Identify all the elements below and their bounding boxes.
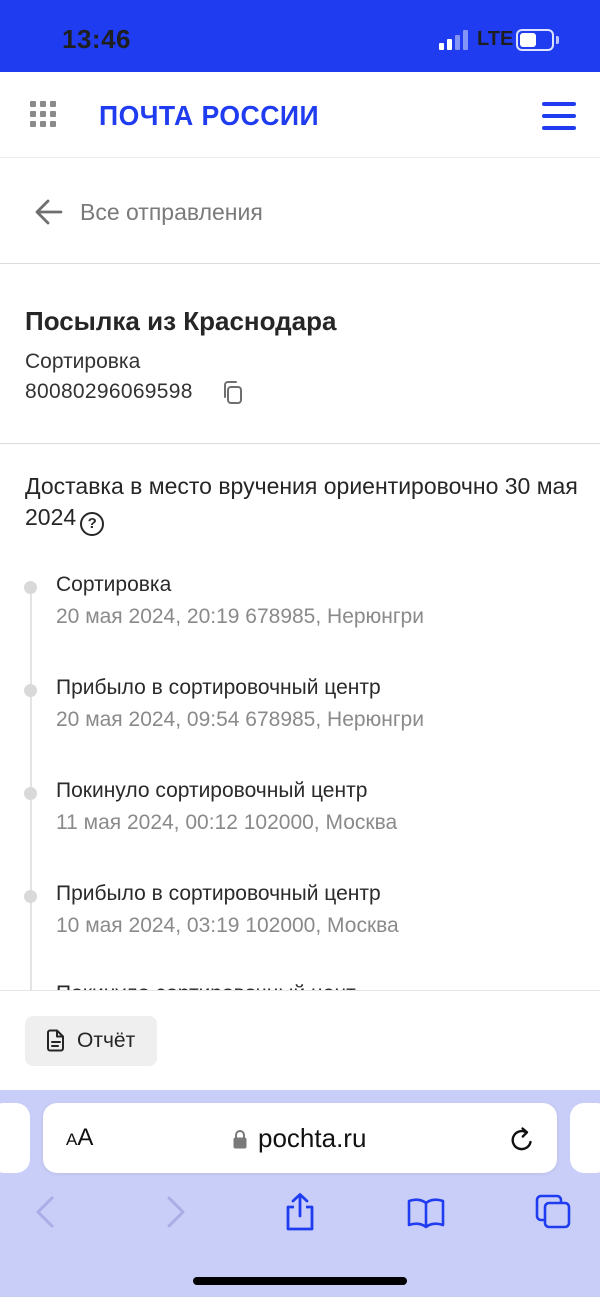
tracking-event: Покинуло сортировочный центр 11 мая 2024…: [0, 779, 600, 859]
apps-grid-icon[interactable]: [30, 101, 56, 127]
report-button[interactable]: Отчёт: [25, 1016, 157, 1066]
tracking-event: Сортировка 20 мая 2024, 20:19 678985, Не…: [0, 573, 600, 653]
timeline-dot: [24, 890, 37, 903]
event-title: Прибыло в сортировочный центр: [56, 676, 381, 699]
status-time: 13:46: [62, 24, 131, 54]
timeline-dot: [24, 787, 37, 800]
forward-icon[interactable]: [155, 1192, 195, 1232]
home-indicator: [193, 1277, 407, 1285]
event-title: Покинуло сортировочный центр: [56, 779, 368, 802]
pochta-logo[interactable]: ПОЧТА РОССИИ: [99, 100, 319, 132]
document-icon: [47, 1029, 64, 1052]
timeline-dot: [24, 684, 37, 697]
parcel-status: Сортировка: [25, 350, 141, 373]
tabs-icon[interactable]: [534, 1192, 574, 1232]
tracking-event: Прибыло в сортировочный центр 20 мая 202…: [0, 676, 600, 756]
copy-icon[interactable]: [221, 380, 245, 406]
report-label: Отчёт: [77, 1029, 136, 1052]
event-title: Покинуло сортировочный центр: [56, 982, 356, 990]
help-icon[interactable]: ?: [80, 512, 105, 536]
event-title: Прибыло в сортировочный центр: [56, 882, 381, 905]
battery-icon: [516, 29, 554, 51]
back-icon[interactable]: [26, 1192, 66, 1232]
lock-icon: [233, 1130, 247, 1149]
event-title: Сортировка: [56, 573, 172, 596]
text-size-button[interactable]: AA: [66, 1124, 93, 1152]
network-type: LTE: [477, 28, 514, 50]
parcel-title: Посылка из Краснодара: [25, 306, 337, 336]
delivery-estimate: Доставка в место вручения ориентировочно…: [25, 471, 585, 536]
tracking-number: 80080296069598: [25, 380, 193, 403]
all-shipments-link[interactable]: Все отправления: [80, 199, 263, 226]
timeline-dot: [24, 581, 37, 594]
url-text[interactable]: pochta.ru: [258, 1123, 366, 1154]
bookmarks-icon[interactable]: [406, 1192, 446, 1232]
event-detail: 20 мая 2024, 09:54 678985, Нерюнгри: [56, 708, 424, 731]
hamburger-menu-icon[interactable]: [542, 102, 576, 130]
delivery-estimate-text: Доставка в место вручения ориентировочно…: [25, 473, 578, 530]
next-tab-preview[interactable]: [570, 1103, 600, 1173]
clipped-tracking-event: Покинуло сортировочный центр: [56, 978, 356, 990]
share-icon[interactable]: [280, 1192, 320, 1232]
back-arrow-icon[interactable]: [34, 198, 64, 226]
event-detail: 20 мая 2024, 20:19 678985, Нерюнгри: [56, 605, 424, 628]
event-detail: 11 мая 2024, 00:12 102000, Москва: [56, 811, 398, 834]
previous-tab-preview[interactable]: [0, 1103, 30, 1173]
reload-icon[interactable]: [509, 1125, 535, 1153]
tracking-event: Прибыло в сортировочный центр 10 мая 202…: [0, 882, 600, 962]
battery-tip: [556, 36, 559, 44]
event-detail: 10 мая 2024, 03:19 102000, Москва: [56, 914, 399, 937]
cellular-signal-icon: [439, 30, 469, 50]
